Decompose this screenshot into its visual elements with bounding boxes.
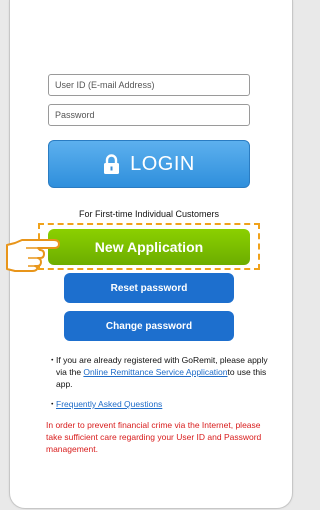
faq-link[interactable]: Frequently Asked Questions [56,399,162,409]
reset-password-label: Reset password [110,282,188,294]
reset-password-button[interactable]: Reset password [64,273,234,303]
new-application-label: New Application [94,239,204,255]
pointing-hand-icon [6,239,60,272]
registered-info: ・ If you are already registered with GoR… [48,354,268,390]
change-password-button[interactable]: Change password [64,311,234,341]
first-time-heading: For First-time Individual Customers [78,209,220,219]
security-warning: In order to prevent financial crime via … [46,420,262,454]
login-label: LOGIN [130,152,195,175]
faq-info: ・ Frequently Asked Questions [48,398,268,410]
lock-icon [104,154,120,174]
change-password-label: Change password [105,320,193,332]
remittance-service-link[interactable]: Online Remittance Service Application [83,367,227,377]
password-input[interactable] [48,104,250,126]
new-application-button[interactable]: New Application [48,229,250,265]
login-button[interactable]: LOGIN [48,140,250,188]
bullet-marker: ・ [48,399,57,409]
bullet-marker: ・ [48,355,57,365]
user-id-input[interactable] [48,74,250,96]
